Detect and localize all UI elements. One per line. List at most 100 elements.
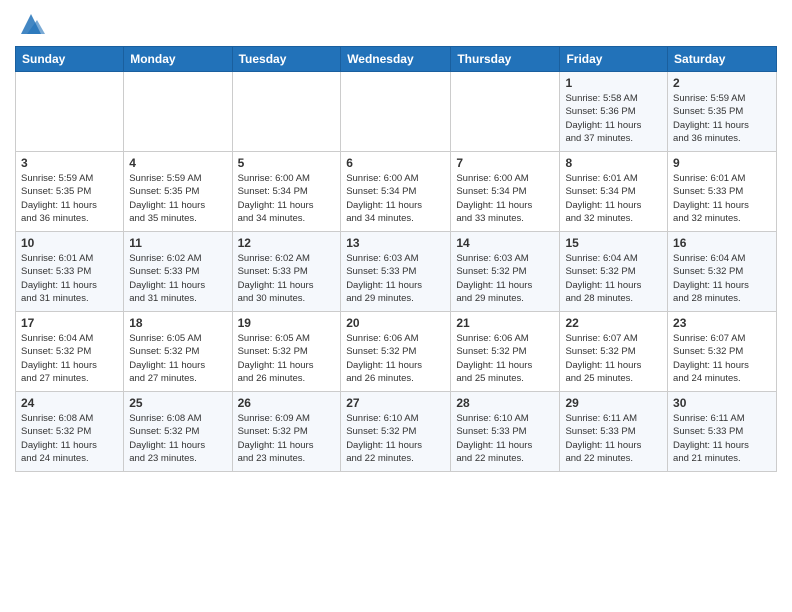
calendar-cell: 5Sunrise: 6:00 AM Sunset: 5:34 PM Daylig… bbox=[232, 152, 341, 232]
day-number: 28 bbox=[456, 396, 554, 410]
day-number: 1 bbox=[565, 76, 662, 90]
calendar-cell: 1 Sunrise: 5:58 AM Sunset: 5:36 PM Daylig… bbox=[560, 72, 668, 152]
day-info: Sunrise: 5:59 AM Sunset: 5:35 PM Dayligh… bbox=[21, 172, 118, 225]
week-row-4: 17Sunrise: 6:04 AM Sunset: 5:32 PM Dayli… bbox=[16, 312, 777, 392]
calendar-cell: 18 Sunrise: 6:05 AM Sunset: 5:32 PM Dayli… bbox=[124, 312, 232, 392]
calendar-cell: 22Sunrise: 6:07 AM Sunset: 5:32 PM Dayli… bbox=[560, 312, 668, 392]
day-number: 11 bbox=[129, 236, 226, 250]
calendar-cell: 26 Sunrise: 6:09 AM Sunset: 5:32 PM Dayli… bbox=[232, 392, 341, 472]
logo bbox=[15, 10, 45, 38]
day-info: Sunrise: 6:11 AM Sunset: 5:33 PM Dayligh… bbox=[673, 412, 771, 465]
day-number: 30 bbox=[673, 396, 771, 410]
day-number: 12 bbox=[238, 236, 336, 250]
day-info: Sunrise: 6:04 AM Sunset: 5:32 PM Dayligh… bbox=[673, 252, 771, 305]
calendar-cell: 21Sunrise: 6:06 AM Sunset: 5:32 PM Dayli… bbox=[451, 312, 560, 392]
day-number: 2 bbox=[673, 76, 771, 90]
day-info: Sunrise: 6:02 AM Sunset: 5:33 PM Dayligh… bbox=[238, 252, 336, 305]
day-info: Sunrise: 6:06 AM Sunset: 5:32 PM Dayligh… bbox=[456, 332, 554, 385]
calendar-cell: 4 Sunrise: 5:59 AM Sunset: 5:35 PM Daylig… bbox=[124, 152, 232, 232]
calendar-cell: 2 Sunrise: 5:59 AM Sunset: 5:35 PM Daylig… bbox=[668, 72, 777, 152]
day-number: 5 bbox=[238, 156, 336, 170]
day-info: Sunrise: 6:03 AM Sunset: 5:32 PM Dayligh… bbox=[456, 252, 554, 305]
day-number: 3 bbox=[21, 156, 118, 170]
day-info: Sunrise: 6:11 AM Sunset: 5:33 PM Dayligh… bbox=[565, 412, 662, 465]
calendar-cell: 12 Sunrise: 6:02 AM Sunset: 5:33 PM Dayli… bbox=[232, 232, 341, 312]
weekday-header-monday: Monday bbox=[124, 47, 232, 72]
day-info: Sunrise: 6:07 AM Sunset: 5:32 PM Dayligh… bbox=[673, 332, 771, 385]
weekday-header-thursday: Thursday bbox=[451, 47, 560, 72]
calendar-cell: 24 Sunrise: 6:08 AM Sunset: 5:32 PM Dayli… bbox=[16, 392, 124, 472]
day-number: 6 bbox=[346, 156, 445, 170]
calendar-cell: 8 Sunrise: 6:01 AM Sunset: 5:34 PM Daylig… bbox=[560, 152, 668, 232]
day-number: 23 bbox=[673, 316, 771, 330]
day-info: Sunrise: 6:02 AM Sunset: 5:33 PM Dayligh… bbox=[129, 252, 226, 305]
calendar-cell: 19 Sunrise: 6:05 AM Sunset: 5:32 PM Dayli… bbox=[232, 312, 341, 392]
weekday-header-friday: Friday bbox=[560, 47, 668, 72]
day-info: Sunrise: 5:59 AM Sunset: 5:35 PM Dayligh… bbox=[673, 92, 771, 145]
calendar-cell bbox=[232, 72, 341, 152]
day-info: Sunrise: 6:00 AM Sunset: 5:34 PM Dayligh… bbox=[346, 172, 445, 225]
day-number: 18 bbox=[129, 316, 226, 330]
day-number: 26 bbox=[238, 396, 336, 410]
day-info: Sunrise: 6:05 AM Sunset: 5:32 PM Dayligh… bbox=[129, 332, 226, 385]
calendar-cell: 10 Sunrise: 6:01 AM Sunset: 5:33 PM Dayli… bbox=[16, 232, 124, 312]
day-info: Sunrise: 6:00 AM Sunset: 5:34 PM Dayligh… bbox=[456, 172, 554, 225]
calendar-cell: 9 Sunrise: 6:01 AM Sunset: 5:33 PM Daylig… bbox=[668, 152, 777, 232]
weekday-header-wednesday: Wednesday bbox=[341, 47, 451, 72]
day-number: 15 bbox=[565, 236, 662, 250]
calendar-cell bbox=[124, 72, 232, 152]
day-info: Sunrise: 6:01 AM Sunset: 5:34 PM Dayligh… bbox=[565, 172, 662, 225]
calendar-cell: 23 Sunrise: 6:07 AM Sunset: 5:32 PM Dayli… bbox=[668, 312, 777, 392]
day-info: Sunrise: 6:05 AM Sunset: 5:32 PM Dayligh… bbox=[238, 332, 336, 385]
calendar-cell: 3 Sunrise: 5:59 AM Sunset: 5:35 PM Daylig… bbox=[16, 152, 124, 232]
day-info: Sunrise: 6:10 AM Sunset: 5:32 PM Dayligh… bbox=[346, 412, 445, 465]
week-row-2: 3 Sunrise: 5:59 AM Sunset: 5:35 PM Daylig… bbox=[16, 152, 777, 232]
header bbox=[15, 10, 777, 38]
day-info: Sunrise: 6:10 AM Sunset: 5:33 PM Dayligh… bbox=[456, 412, 554, 465]
calendar-cell: 15 Sunrise: 6:04 AM Sunset: 5:32 PM Dayli… bbox=[560, 232, 668, 312]
day-number: 4 bbox=[129, 156, 226, 170]
day-info: Sunrise: 5:58 AM Sunset: 5:36 PM Dayligh… bbox=[565, 92, 662, 145]
weekday-header-saturday: Saturday bbox=[668, 47, 777, 72]
day-number: 19 bbox=[238, 316, 336, 330]
day-number: 7 bbox=[456, 156, 554, 170]
day-info: Sunrise: 6:01 AM Sunset: 5:33 PM Dayligh… bbox=[21, 252, 118, 305]
day-info: Sunrise: 5:59 AM Sunset: 5:35 PM Dayligh… bbox=[129, 172, 226, 225]
calendar-cell bbox=[16, 72, 124, 152]
day-number: 24 bbox=[21, 396, 118, 410]
day-info: Sunrise: 6:04 AM Sunset: 5:32 PM Dayligh… bbox=[21, 332, 118, 385]
day-number: 9 bbox=[673, 156, 771, 170]
calendar-cell: 25 Sunrise: 6:08 AM Sunset: 5:32 PM Dayli… bbox=[124, 392, 232, 472]
day-info: Sunrise: 6:08 AM Sunset: 5:32 PM Dayligh… bbox=[129, 412, 226, 465]
day-number: 8 bbox=[565, 156, 662, 170]
day-number: 10 bbox=[21, 236, 118, 250]
day-number: 14 bbox=[456, 236, 554, 250]
calendar-cell: 7 Sunrise: 6:00 AM Sunset: 5:34 PM Daylig… bbox=[451, 152, 560, 232]
day-number: 25 bbox=[129, 396, 226, 410]
day-info: Sunrise: 6:08 AM Sunset: 5:32 PM Dayligh… bbox=[21, 412, 118, 465]
calendar-cell: 17Sunrise: 6:04 AM Sunset: 5:32 PM Dayli… bbox=[16, 312, 124, 392]
calendar-cell: 13Sunrise: 6:03 AM Sunset: 5:33 PM Dayli… bbox=[341, 232, 451, 312]
day-info: Sunrise: 6:04 AM Sunset: 5:32 PM Dayligh… bbox=[565, 252, 662, 305]
calendar-cell bbox=[341, 72, 451, 152]
day-number: 20 bbox=[346, 316, 445, 330]
logo-icon bbox=[17, 10, 45, 38]
weekday-header-tuesday: Tuesday bbox=[232, 47, 341, 72]
day-number: 22 bbox=[565, 316, 662, 330]
day-number: 13 bbox=[346, 236, 445, 250]
calendar-cell: 11 Sunrise: 6:02 AM Sunset: 5:33 PM Dayli… bbox=[124, 232, 232, 312]
page: SundayMondayTuesdayWednesdayThursdayFrid… bbox=[0, 0, 792, 612]
week-row-1: 1 Sunrise: 5:58 AM Sunset: 5:36 PM Daylig… bbox=[16, 72, 777, 152]
calendar-cell: 27Sunrise: 6:10 AM Sunset: 5:32 PM Dayli… bbox=[341, 392, 451, 472]
calendar-cell: 14 Sunrise: 6:03 AM Sunset: 5:32 PM Dayli… bbox=[451, 232, 560, 312]
calendar-cell: 6 Sunrise: 6:00 AM Sunset: 5:34 PM Daylig… bbox=[341, 152, 451, 232]
calendar-cell bbox=[451, 72, 560, 152]
weekday-header-sunday: Sunday bbox=[16, 47, 124, 72]
calendar-cell: 16Sunrise: 6:04 AM Sunset: 5:32 PM Dayli… bbox=[668, 232, 777, 312]
calendar-cell: 29Sunrise: 6:11 AM Sunset: 5:33 PM Dayli… bbox=[560, 392, 668, 472]
calendar-cell: 30 Sunrise: 6:11 AM Sunset: 5:33 PM Dayli… bbox=[668, 392, 777, 472]
day-info: Sunrise: 6:01 AM Sunset: 5:33 PM Dayligh… bbox=[673, 172, 771, 225]
day-info: Sunrise: 6:09 AM Sunset: 5:32 PM Dayligh… bbox=[238, 412, 336, 465]
calendar-cell: 20Sunrise: 6:06 AM Sunset: 5:32 PM Dayli… bbox=[341, 312, 451, 392]
weekday-header-row: SundayMondayTuesdayWednesdayThursdayFrid… bbox=[16, 47, 777, 72]
